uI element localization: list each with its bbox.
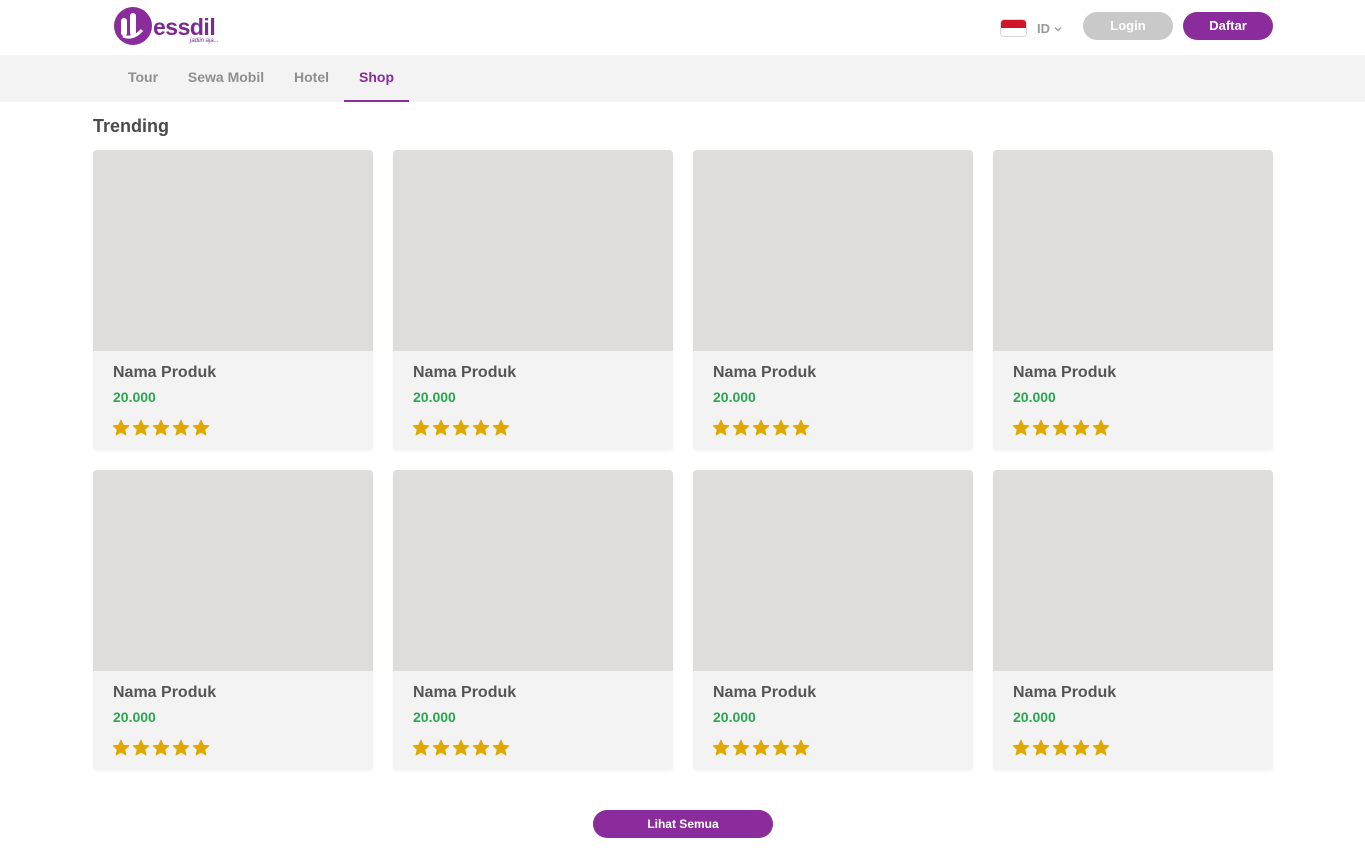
product-price: 20.000: [113, 709, 156, 725]
star-icon: [432, 419, 450, 436]
product-price: 20.000: [713, 709, 756, 725]
star-icon: [752, 739, 770, 756]
star-icon: [1032, 739, 1050, 756]
star-icon: [1072, 419, 1090, 436]
star-icon: [792, 739, 810, 756]
product-rating: [412, 739, 512, 757]
star-icon: [412, 419, 430, 436]
star-icon: [192, 739, 210, 756]
wessdil-logo[interactable]: essdil jadiin aja...: [113, 6, 225, 48]
product-rating: [112, 739, 212, 757]
star-icon: [1072, 739, 1090, 756]
star-icon: [152, 739, 170, 756]
star-icon: [432, 739, 450, 756]
star-icon: [492, 419, 510, 436]
product-name[interactable]: Nama Produk: [1013, 684, 1116, 702]
product-rating: [712, 419, 812, 437]
product-name[interactable]: Nama Produk: [113, 364, 216, 382]
logo-text: essdil: [153, 14, 216, 40]
star-icon: [1012, 739, 1030, 756]
star-icon: [1092, 739, 1110, 756]
star-icon: [772, 739, 790, 756]
product-rating: [412, 419, 512, 437]
product-card[interactable]: Nama Produk 20.000: [393, 470, 673, 770]
product-price: 20.000: [1013, 389, 1056, 405]
product-image-placeholder[interactable]: [393, 470, 673, 671]
star-icon: [452, 419, 470, 436]
product-rating: [112, 419, 212, 437]
product-rating: [1012, 739, 1112, 757]
logo-tagline: jadiin aja...: [190, 38, 219, 44]
section-title: Trending: [93, 116, 169, 136]
product-card[interactable]: Nama Produk 20.000: [93, 470, 373, 770]
star-icon: [172, 739, 190, 756]
star-icon: [752, 419, 770, 436]
star-icon: [772, 419, 790, 436]
product-image-placeholder[interactable]: [693, 150, 973, 351]
language-selector[interactable]: ID: [1037, 21, 1050, 36]
product-card[interactable]: Nama Produk 20.000: [993, 150, 1273, 450]
star-icon: [472, 739, 490, 756]
star-icon: [732, 739, 750, 756]
product-name[interactable]: Nama Produk: [413, 364, 516, 382]
product-image-placeholder[interactable]: [393, 150, 673, 351]
logo-mark-icon: [114, 7, 152, 45]
star-icon: [1052, 739, 1070, 756]
product-card[interactable]: Nama Produk 20.000: [393, 150, 673, 450]
product-card[interactable]: Nama Produk 20.000: [993, 470, 1273, 770]
star-icon: [1052, 419, 1070, 436]
product-card[interactable]: Nama Produk 20.000: [93, 150, 373, 450]
star-icon: [1032, 419, 1050, 436]
star-icon: [192, 419, 210, 436]
product-image-placeholder[interactable]: [993, 150, 1273, 351]
star-icon: [712, 739, 730, 756]
indonesia-flag-icon[interactable]: [1001, 20, 1026, 36]
product-name[interactable]: Nama Produk: [713, 364, 816, 382]
product-rating: [712, 739, 812, 757]
star-icon: [452, 739, 470, 756]
product-image-placeholder[interactable]: [993, 470, 1273, 671]
product-name[interactable]: Nama Produk: [1013, 364, 1116, 382]
product-name[interactable]: Nama Produk: [413, 684, 516, 702]
product-name[interactable]: Nama Produk: [713, 684, 816, 702]
star-icon: [132, 739, 150, 756]
product-card[interactable]: Nama Produk 20.000: [693, 150, 973, 450]
star-icon: [472, 419, 490, 436]
star-icon: [712, 419, 730, 436]
product-image-placeholder[interactable]: [93, 470, 373, 671]
tab-hotel[interactable]: Hotel: [286, 55, 337, 102]
product-image-placeholder[interactable]: [693, 470, 973, 671]
product-image-placeholder[interactable]: [93, 150, 373, 351]
tab-tour[interactable]: Tour: [113, 55, 173, 102]
tab-sewa-mobil[interactable]: Sewa Mobil: [181, 55, 271, 102]
star-icon: [132, 419, 150, 436]
product-rating: [1012, 419, 1112, 437]
login-button[interactable]: Login: [1083, 12, 1173, 40]
product-price: 20.000: [713, 389, 756, 405]
tab-shop[interactable]: Shop: [344, 55, 409, 102]
star-icon: [792, 419, 810, 436]
product-price: 20.000: [113, 389, 156, 405]
product-name[interactable]: Nama Produk: [113, 684, 216, 702]
star-icon: [732, 419, 750, 436]
register-button[interactable]: Daftar: [1183, 12, 1273, 40]
star-icon: [112, 419, 130, 436]
view-all-button[interactable]: Lihat Semua: [593, 810, 773, 838]
product-card[interactable]: Nama Produk 20.000: [693, 470, 973, 770]
star-icon: [412, 739, 430, 756]
site-header: essdil jadiin aja... ID Login Daftar: [0, 0, 1365, 55]
product-price: 20.000: [413, 389, 456, 405]
product-price: 20.000: [1013, 709, 1056, 725]
star-icon: [112, 739, 130, 756]
star-icon: [152, 419, 170, 436]
chevron-down-icon[interactable]: [1053, 24, 1063, 34]
star-icon: [1092, 419, 1110, 436]
star-icon: [492, 739, 510, 756]
star-icon: [172, 419, 190, 436]
category-nav: Tour Sewa Mobil Hotel Shop: [0, 55, 1365, 102]
star-icon: [1012, 419, 1030, 436]
product-price: 20.000: [413, 709, 456, 725]
